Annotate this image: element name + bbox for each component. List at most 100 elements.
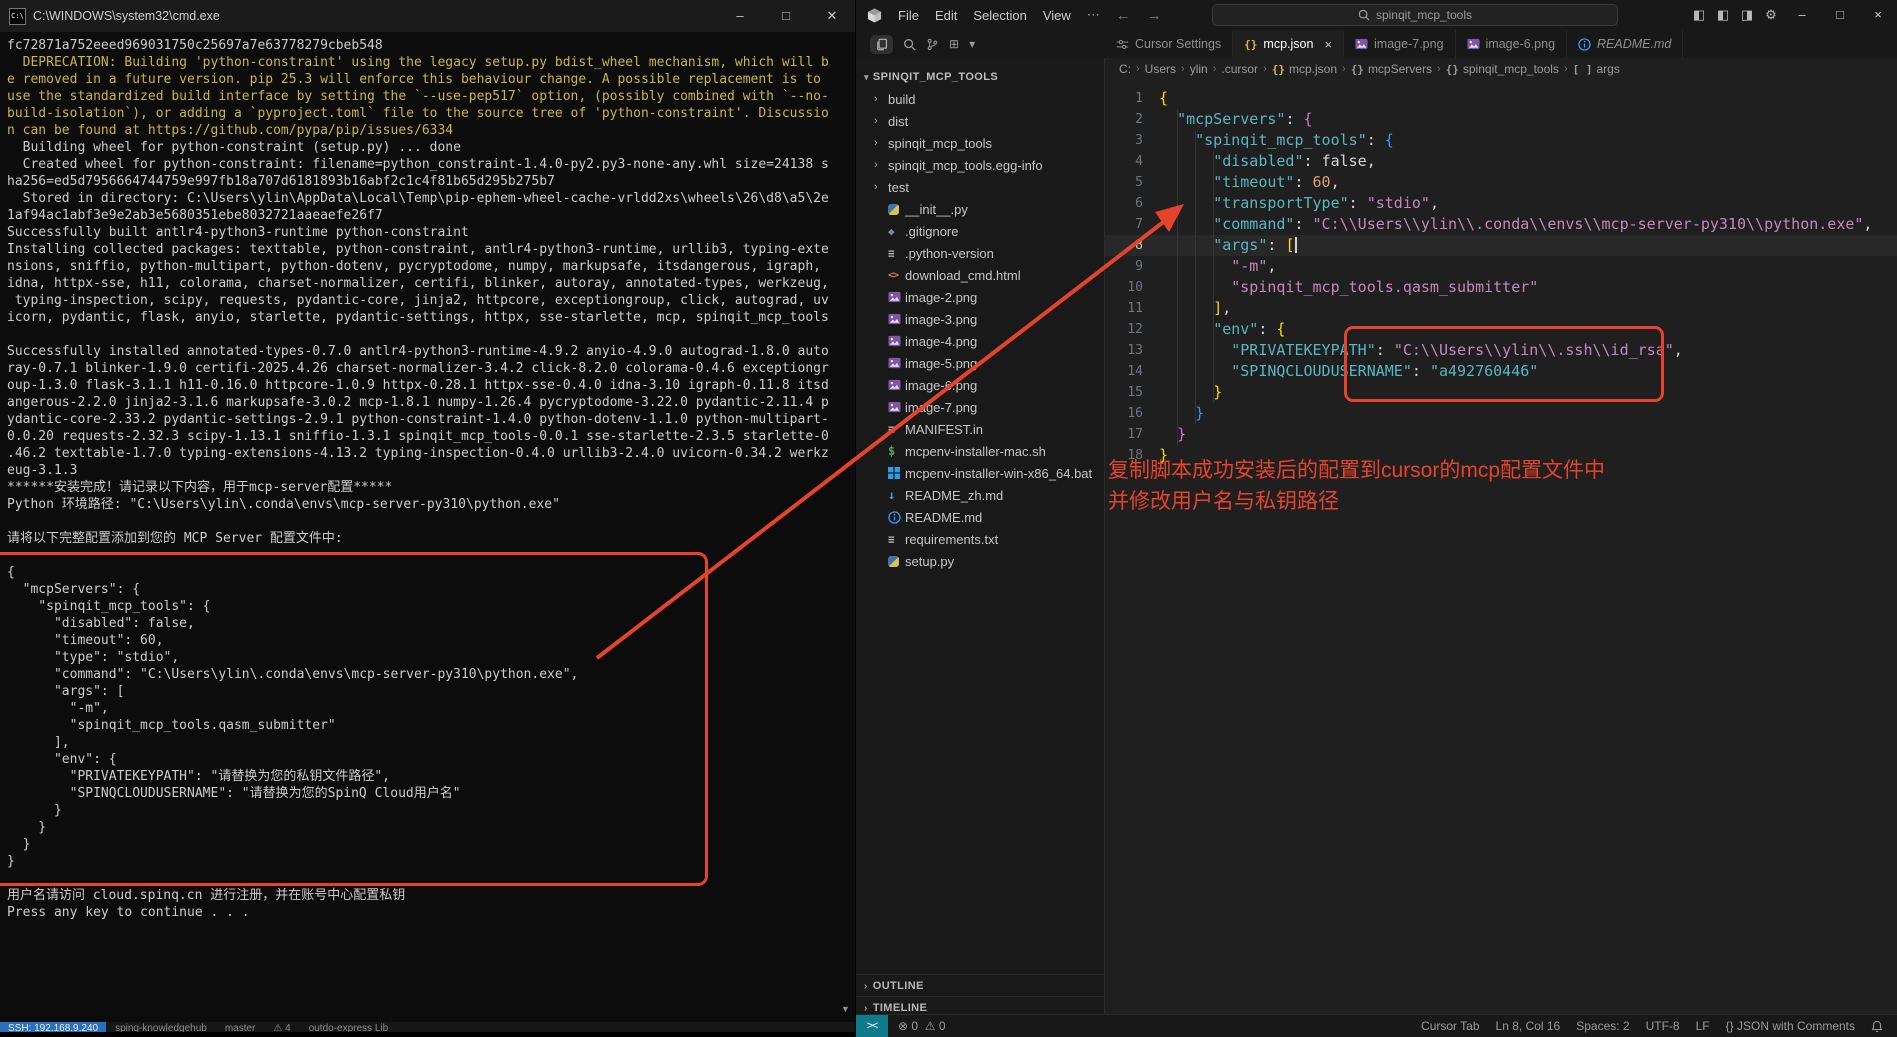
cmd-titlebar[interactable]: C:\ C:\WINDOWS\system32\cmd.exe – □ ✕ <box>0 0 855 32</box>
toggle-primary-sidebar-icon[interactable]: ◧ <box>1687 7 1711 23</box>
info-icon <box>888 510 905 524</box>
close-icon[interactable]: × <box>1324 37 1332 52</box>
explorer-project-header[interactable]: ▾ SPINQIT_MCP_TOOLS <box>856 66 1104 88</box>
tree-item--gitignore[interactable]: ◆ .gitignore <box>856 220 1104 242</box>
status-item-ln-8-col-16[interactable]: Ln 8, Col 16 <box>1496 1019 1561 1033</box>
info-icon <box>1578 37 1591 51</box>
file-tree: › build › dist › spinqit_mcp_tools › spinqit_mc… <box>856 88 1104 572</box>
toggle-secondary-sidebar-icon[interactable]: ◨ <box>1735 7 1759 23</box>
line-number: 10 <box>1127 280 1143 295</box>
tree-item-mcpenv-installer-win-x86_64-bat[interactable]: mcpenv-installer-win-x86_64.bat <box>856 462 1104 484</box>
search-view-icon[interactable] <box>903 38 916 51</box>
code-text: } <box>1177 425 1187 443</box>
tree-item-image-2-png[interactable]: image-2.png <box>856 286 1104 308</box>
menu-overflow[interactable]: ⋯ <box>1079 7 1108 23</box>
remote-ssh-segment[interactable]: SSH: 192.168.9.240 <box>0 1022 107 1032</box>
tree-item-spinqit_mcp_tools[interactable]: › spinqit_mcp_tools <box>856 132 1104 154</box>
window-maximize-button[interactable]: □ <box>1821 0 1859 30</box>
breadcrumb-item[interactable]: Users <box>1145 62 1176 76</box>
tab-cursor-settings[interactable]: Cursor Settings <box>1105 30 1234 58</box>
menu-view[interactable]: View <box>1035 8 1079 23</box>
window-close-button[interactable]: × <box>1859 0 1897 30</box>
braces-icon: {} <box>1445 62 1459 76</box>
status-right-items: Cursor Tab Ln 8, Col 16 Spaces: 2 UTF-8 LF {}… <box>1421 1019 1897 1033</box>
remote-indicator[interactable]: >< <box>856 1015 888 1037</box>
statusbar-segment: master <box>224 1023 256 1032</box>
code-line-16: 16 } <box>1105 403 1897 424</box>
breadcrumb-item[interactable]: {} mcp.json <box>1272 62 1337 76</box>
terminal-scroll-down-icon[interactable]: ▼ <box>841 1004 850 1014</box>
status-item-spaces-2[interactable]: Spaces: 2 <box>1576 1019 1629 1033</box>
tree-item-dist[interactable]: › dist <box>856 110 1104 132</box>
explorer-view-icon[interactable] <box>870 34 893 54</box>
tree-item-mcpenv-installer-mac-sh[interactable]: $ mcpenv-installer-mac.sh <box>856 440 1104 462</box>
tree-item-image-4-png[interactable]: image-4.png <box>856 330 1104 352</box>
timeline-section[interactable]: › TIMELINE <box>856 996 1104 1014</box>
extensions-view-icon[interactable]: ⊞ <box>949 37 959 51</box>
tree-item-manifest-in[interactable]: ≡ MANIFEST.in <box>856 418 1104 440</box>
line-number: 9 <box>1135 259 1143 274</box>
terminal-line: 用户名请访问 cloud.spinq.cn 进行注册，并在账号中心配置私钥 <box>7 888 406 903</box>
titlebar-actions: ◧ ◧ ◨ ⚙ – □ × <box>1687 0 1897 30</box>
tree-item-download_cmd-html[interactable]: <> download_cmd.html <box>856 264 1104 286</box>
status-item-lf[interactable]: LF <box>1696 1019 1710 1033</box>
tree-item--python-version[interactable]: ≡ .python-version <box>856 242 1104 264</box>
tree-item-spinqit_mcp_tools-egg-info[interactable]: › spinqit_mcp_tools.egg-info <box>856 154 1104 176</box>
image-icon <box>1466 38 1480 50</box>
tree-item-image-6-png[interactable]: image-6.png <box>856 374 1104 396</box>
tree-item-readme_zh-md[interactable]: ↓ README_zh.md <box>856 484 1104 506</box>
menu-edit[interactable]: Edit <box>927 8 965 23</box>
outline-section[interactable]: › OUTLINE <box>856 974 1104 997</box>
nav-forward-icon[interactable]: → <box>1139 7 1170 24</box>
command-center-search[interactable]: spinqit_mcp_tools <box>1212 4 1618 26</box>
tree-item-image-7-png[interactable]: image-7.png <box>856 396 1104 418</box>
tab-label: README.md <box>1597 37 1672 51</box>
tree-item-build[interactable]: › build <box>856 88 1104 110</box>
cmd-maximize-button[interactable]: □ <box>763 0 809 32</box>
views-chevron-icon[interactable]: ▾ <box>969 37 975 51</box>
tree-item-image-5-png[interactable]: image-5.png <box>856 352 1104 374</box>
breadcrumb-item[interactable]: ylin <box>1190 62 1208 76</box>
source-control-icon[interactable] <box>926 38 939 51</box>
breadcrumb[interactable]: C: › Users › ylin › .cursor ›{} mcp.json ›{} mcpSe… <box>1105 58 1897 80</box>
problems-indicator[interactable]: ⊗ 0 ⚠ 0 <box>898 1019 946 1033</box>
bell-icon[interactable] <box>1871 1020 1883 1033</box>
image-icon <box>888 335 905 347</box>
tree-item-test[interactable]: › test <box>856 176 1104 198</box>
tab-image-6-png[interactable]: image-6.png <box>1455 30 1568 58</box>
window-minimize-button[interactable]: – <box>1783 0 1821 30</box>
cmd-close-button[interactable]: ✕ <box>809 0 855 32</box>
tree-item-__init__-py[interactable]: __init__.py <box>856 198 1104 220</box>
code-line-2: 2 "mcpServers": { <box>1105 109 1897 130</box>
tree-item-image-3-png[interactable]: image-3.png <box>856 308 1104 330</box>
cmd-minimize-button[interactable]: – <box>717 0 763 32</box>
list-file-icon: ≡ <box>888 246 895 260</box>
breadcrumb-label: ylin <box>1189 62 1208 76</box>
breadcrumb-item[interactable]: [ ] args <box>1573 62 1620 76</box>
tree-item-setup-py[interactable]: setup.py <box>856 550 1104 572</box>
breadcrumb-item[interactable]: .cursor <box>1221 62 1258 76</box>
tree-item-label: image-4.png <box>905 333 978 349</box>
menu-selection[interactable]: Selection <box>965 8 1034 23</box>
tree-item-requirements-txt[interactable]: ≡ requirements.txt <box>856 528 1104 550</box>
nav-back-icon[interactable]: ← <box>1108 7 1139 24</box>
status-item--json-with-comments[interactable]: {} JSON with Comments <box>1726 1019 1855 1033</box>
status-item-cursor-tab[interactable]: Cursor Tab <box>1421 1019 1479 1033</box>
breadcrumb-item[interactable]: C: <box>1119 62 1131 76</box>
code-text: "spinqit_mcp_tools.qasm_submitter" <box>1231 278 1539 296</box>
tab-readme-md[interactable]: README.md <box>1567 30 1684 58</box>
settings-gear-icon[interactable]: ⚙ <box>1759 7 1783 23</box>
tab-image-7-png[interactable]: image-7.png <box>1344 30 1456 58</box>
editor[interactable]: 1{2 "mcpServers": {3 "spinqit_mcp_tools"… <box>1105 80 1897 1014</box>
explorer-sidebar: ▾ SPINQIT_MCP_TOOLS › build › dist › spinqit_… <box>856 58 1105 1014</box>
menu-bar: File Edit Selection View <box>890 8 1079 23</box>
breadcrumb-item[interactable]: {} spinqit_mcp_tools <box>1446 62 1559 76</box>
toggle-panel-icon[interactable]: ◧ <box>1711 7 1735 23</box>
tree-item-readme-md[interactable]: README.md <box>856 506 1104 528</box>
code-line-4: 4 "disabled": false, <box>1105 151 1897 172</box>
tab-mcp-json[interactable]: {} mcp.json × <box>1233 30 1345 58</box>
menu-file[interactable]: File <box>890 8 927 23</box>
breadcrumb-item[interactable]: {} mcpServers <box>1351 62 1432 76</box>
status-item-utf-8[interactable]: UTF-8 <box>1646 1019 1680 1033</box>
terminal-line: n can be found at https://github.com/pyp… <box>7 123 454 138</box>
